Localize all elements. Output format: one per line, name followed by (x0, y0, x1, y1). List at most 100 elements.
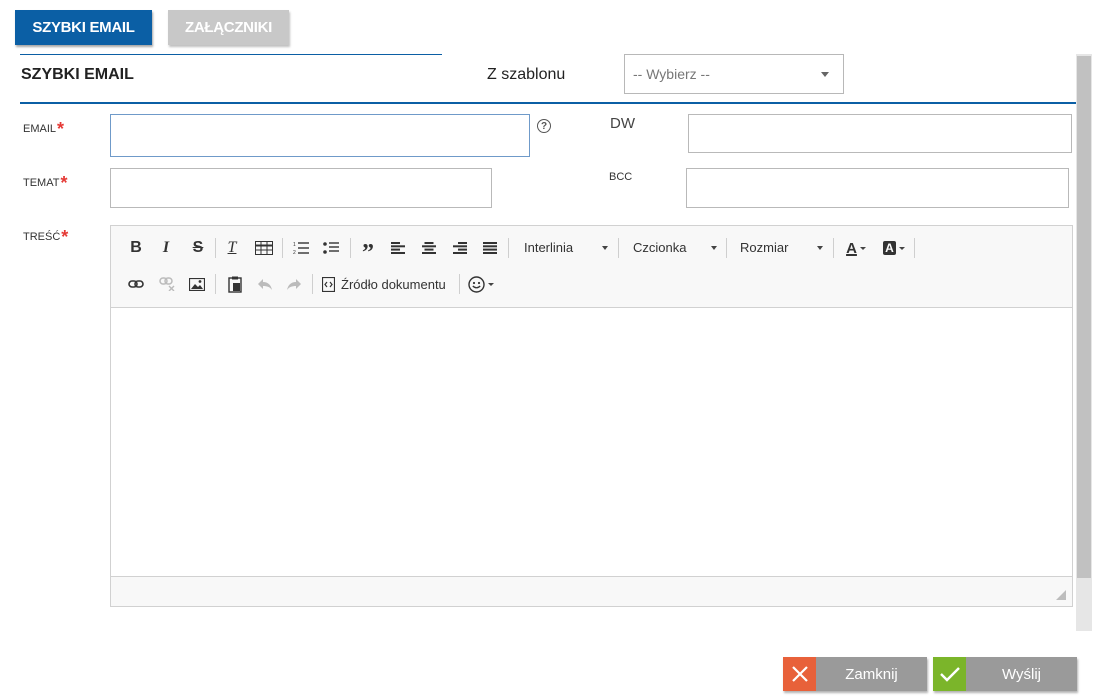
align-left-icon (391, 242, 405, 254)
source-button[interactable]: Źródło dokumentu (322, 273, 454, 295)
chevron-down-icon (821, 72, 829, 77)
editor-footer (111, 576, 1072, 606)
body-label: TREŚĆ* (23, 227, 69, 247)
bold-button[interactable]: B (125, 237, 147, 259)
subject-input[interactable] (110, 168, 492, 208)
text-color-icon: A (846, 239, 857, 257)
svg-text:2: 2 (293, 250, 296, 255)
align-center-button[interactable] (419, 237, 439, 259)
link-button[interactable] (125, 273, 147, 295)
table-button[interactable] (253, 237, 275, 259)
background-color-icon: A (883, 241, 896, 255)
chevron-down-icon (711, 246, 717, 250)
toolbar-separator (312, 274, 313, 294)
undo-icon (258, 279, 272, 290)
image-icon (189, 277, 205, 291)
checkmark-icon (933, 657, 966, 691)
toolbar-separator (282, 238, 283, 258)
font-select[interactable]: Czcionka (633, 236, 717, 258)
required-asterisk: * (61, 227, 69, 247)
undo-button (254, 273, 276, 295)
numbered-list-button[interactable]: 12 (290, 237, 312, 259)
form-divider (20, 102, 1076, 104)
scrollbar-thumb[interactable] (1077, 56, 1091, 578)
redo-icon (287, 279, 301, 290)
chevron-down-icon (898, 246, 905, 250)
table-icon (255, 241, 273, 255)
unlink-button (156, 273, 178, 295)
toolbar-separator (618, 238, 619, 258)
resize-handle-icon[interactable] (1056, 590, 1066, 600)
cc-input[interactable] (688, 114, 1072, 153)
align-center-icon (422, 242, 436, 254)
align-right-icon (453, 242, 467, 254)
chevron-down-icon (488, 282, 494, 286)
bcc-label: BCC (609, 171, 633, 183)
redo-button (283, 273, 305, 295)
source-label: Źródło dokumentu (341, 276, 446, 292)
bcc-input[interactable] (686, 168, 1069, 208)
bullet-list-icon (323, 242, 339, 254)
toolbar-separator (350, 238, 351, 258)
close-icon (783, 657, 816, 691)
image-button[interactable] (186, 273, 208, 295)
text-color-button[interactable]: A (841, 237, 871, 259)
smiley-icon (468, 275, 485, 293)
toolbar-separator (726, 238, 727, 258)
font-size-label: Rozmiar (740, 239, 789, 255)
toolbar-separator (459, 274, 460, 294)
background-color-button[interactable]: A (878, 237, 910, 259)
chevron-down-icon (817, 246, 823, 250)
template-select[interactable]: -- Wybierz -- (624, 54, 844, 94)
help-icon[interactable]: ? (537, 119, 551, 133)
template-select-value: -- Wybierz -- (633, 66, 710, 82)
send-button[interactable]: Wyślij (933, 657, 1077, 691)
align-justify-icon (483, 242, 497, 254)
link-icon (128, 280, 144, 288)
rich-text-editor: B I S T 12 ” Interlinia Czcionka Rozmiar… (110, 225, 1073, 607)
italic-button[interactable]: I (155, 237, 177, 259)
send-button-label: Wyślij (966, 657, 1077, 691)
svg-text:1: 1 (293, 242, 296, 248)
section-title: SZYBKI EMAIL (21, 66, 134, 83)
align-left-button[interactable] (388, 237, 408, 259)
email-input[interactable] (110, 114, 530, 157)
chevron-down-icon (859, 246, 866, 250)
toolbar-separator (215, 238, 216, 258)
numbered-list-icon: 12 (293, 242, 309, 255)
bullet-list-button[interactable] (320, 237, 342, 259)
remove-format-button[interactable]: T (221, 237, 243, 259)
font-label: Czcionka (633, 239, 687, 255)
emoji-button[interactable] (465, 273, 497, 295)
line-height-label: Interlinia (524, 239, 574, 255)
font-size-select[interactable]: Rozmiar (740, 236, 823, 258)
template-label: Z szablonu (487, 66, 566, 83)
unlink-icon (159, 277, 175, 291)
editor-content-area[interactable] (111, 308, 1072, 576)
tab-quick-email[interactable]: SZYBKI EMAIL (15, 10, 152, 45)
source-icon (322, 276, 335, 292)
toolbar-separator (833, 238, 834, 258)
editor-toolbar: B I S T 12 ” Interlinia Czcionka Rozmiar… (111, 226, 1072, 308)
required-asterisk: * (60, 173, 68, 193)
toolbar-separator (914, 238, 915, 258)
email-label: EMAIL* (23, 119, 65, 139)
toolbar-separator (508, 238, 509, 258)
strikethrough-button[interactable]: S (187, 237, 209, 259)
quick-email-form: SZYBKI EMAIL ZAŁĄCZNIKI SZYBKI EMAIL Z s… (0, 0, 1098, 700)
line-height-select[interactable]: Interlinia (524, 236, 608, 258)
close-button-label: Zamknij (816, 657, 927, 691)
header-divider (20, 54, 442, 55)
tab-attachments[interactable]: ZAŁĄCZNIKI (168, 10, 289, 45)
close-button[interactable]: Zamknij (783, 657, 927, 691)
subject-label: TEMAT* (23, 173, 68, 193)
align-justify-button[interactable] (480, 237, 500, 259)
clipboard-icon (228, 276, 242, 293)
blockquote-button[interactable]: ” (357, 237, 379, 265)
chevron-down-icon (602, 246, 608, 250)
required-asterisk: * (57, 119, 65, 139)
cc-label: DW (610, 115, 635, 132)
paste-word-button[interactable] (224, 273, 246, 295)
toolbar-separator (215, 274, 216, 294)
align-right-button[interactable] (450, 237, 470, 259)
